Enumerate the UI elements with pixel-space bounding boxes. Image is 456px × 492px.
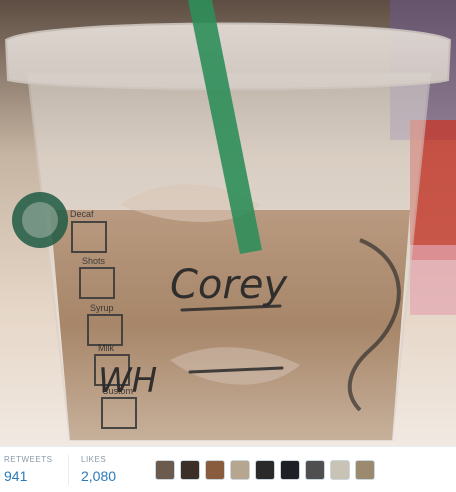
user-avatar-5[interactable]: [255, 459, 275, 480]
likes-stat[interactable]: LIKES 2,080: [77, 454, 153, 485]
user-avatar-9[interactable]: [355, 459, 375, 480]
user-avatar-2[interactable]: [180, 459, 200, 480]
tweet-photo[interactable]: Decaf Shots Syrup Milk Custom Corey WH: [0, 0, 456, 446]
retweets-count: 941: [4, 468, 28, 484]
handwritten-name: Corey: [170, 262, 288, 308]
tweet-stats-bar: RETWEETS 941 LIKES 2,080: [0, 447, 456, 492]
stats-separator: [68, 454, 69, 485]
liker-avatars: [153, 459, 375, 480]
likes-label: LIKES: [81, 455, 107, 464]
likes-count: 2,080: [81, 468, 117, 484]
cup-label-shots: Shots: [82, 256, 106, 266]
retweets-label: RETWEETS: [4, 455, 53, 464]
retweets-stat[interactable]: RETWEETS 941: [0, 454, 68, 485]
user-avatar-1[interactable]: [155, 459, 175, 480]
cup-label-syrup: Syrup: [90, 303, 114, 313]
user-avatar-3[interactable]: [205, 459, 225, 480]
cup-photo-illustration: Decaf Shots Syrup Milk Custom Corey WH: [0, 0, 456, 446]
handwritten-mark: WH: [98, 361, 157, 401]
user-avatar-6[interactable]: [280, 459, 300, 480]
user-avatar-8[interactable]: [330, 459, 350, 480]
user-avatar-4[interactable]: [230, 459, 250, 480]
cup-label-milk: Milk: [98, 343, 114, 353]
user-avatar-7[interactable]: [305, 459, 325, 480]
cup-label-decaf: Decaf: [70, 209, 94, 219]
